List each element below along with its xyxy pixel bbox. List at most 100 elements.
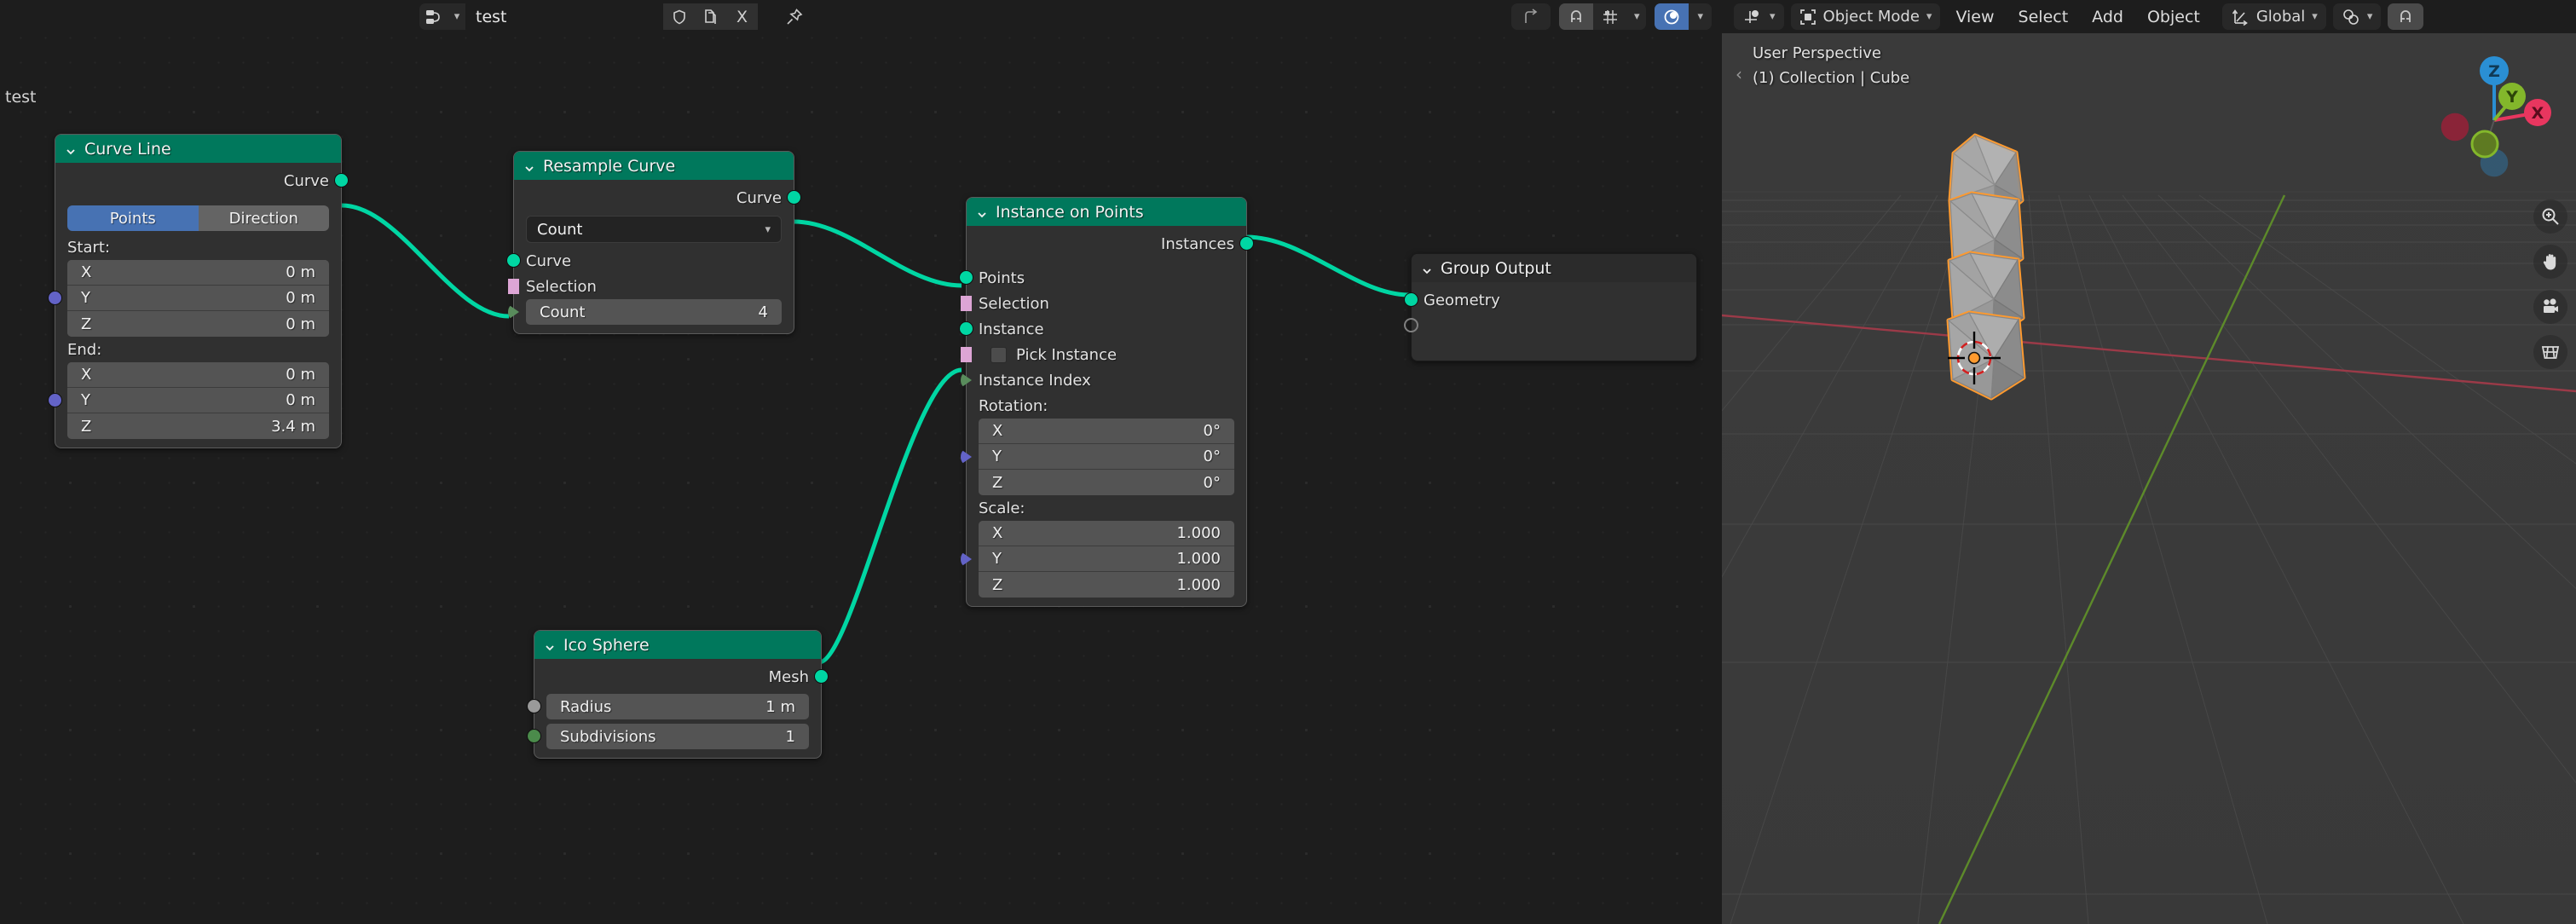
chevron-down-icon[interactable] xyxy=(523,160,535,172)
node-instance-on-points[interactable]: Instance on Points Instances Points Sele… xyxy=(959,197,1254,607)
node-group-output[interactable]: Group Output Geometry xyxy=(1404,253,1697,361)
end-vector-input-socket[interactable] xyxy=(48,393,62,407)
navigation-gizmo[interactable]: Z Y X xyxy=(2426,52,2562,188)
pivot-point-selector[interactable]: ▾ xyxy=(2332,3,2382,30)
field-rotation-z[interactable]: Z 0° xyxy=(979,470,1234,495)
chevron-down-icon[interactable]: ▾ xyxy=(2367,10,2373,23)
field-end-x[interactable]: X 0 m xyxy=(67,362,329,388)
input-socket-row-geometry[interactable]: Geometry xyxy=(1404,287,1696,313)
end-vector-fields[interactable]: X 0 m Y 0 m Z 3.4 m xyxy=(67,362,329,439)
toggle-direction[interactable]: Direction xyxy=(198,205,329,231)
geometry-output-socket[interactable] xyxy=(814,669,829,684)
output-socket-row[interactable]: Curve xyxy=(55,168,349,193)
start-vector-input-socket[interactable] xyxy=(48,291,62,305)
node-header[interactable]: Resample Curve xyxy=(514,152,794,180)
geometry-input-socket[interactable] xyxy=(1404,292,1418,307)
sidebar-collapse-icon[interactable]: ‹ xyxy=(1736,64,1742,84)
node-editor-canvas[interactable]: test Curve Line Curve Points Direction S… xyxy=(0,33,1722,924)
node-header[interactable]: Ico Sphere xyxy=(534,631,821,659)
camera-icon[interactable] xyxy=(2533,290,2567,324)
integer-input-socket[interactable] xyxy=(961,372,972,388)
resample-mode-dropdown[interactable]: Count ▾ xyxy=(526,216,782,243)
input-socket-row-curve[interactable]: Curve xyxy=(506,248,794,274)
object-mode-selector[interactable]: Object Mode ▾ xyxy=(1790,3,1941,30)
node-tree-browse-icon[interactable] xyxy=(419,3,448,30)
output-socket-row[interactable]: Curve xyxy=(514,185,801,211)
field-start-x[interactable]: X 0 m xyxy=(67,260,329,286)
geometry-input-socket[interactable] xyxy=(959,270,973,285)
snap-group[interactable]: ▾ xyxy=(1558,3,1647,30)
go-to-parent-button[interactable] xyxy=(1510,3,1551,30)
node-curve-line[interactable]: Curve Line Curve Points Direction Start: xyxy=(48,134,349,448)
start-vector-fields[interactable]: X 0 m Y 0 m Z 0 m xyxy=(67,260,329,337)
chevron-down-icon[interactable]: ▾ xyxy=(2312,10,2318,23)
proportional-editing-icon[interactable] xyxy=(1655,3,1689,30)
node-header[interactable]: Group Output xyxy=(1412,254,1696,282)
pan-hand-icon[interactable] xyxy=(2533,245,2567,279)
scale-vector-fields[interactable]: X 1.000 Y 1.000 Z 1.000 xyxy=(979,521,1234,598)
node-tree-name-field[interactable]: test xyxy=(465,3,663,30)
output-socket-row[interactable]: Mesh xyxy=(534,664,829,690)
rotation-vector-fields[interactable]: X 0° Y 0° Z 0° xyxy=(979,419,1234,495)
field-count[interactable]: Count 4 xyxy=(526,299,782,325)
geometry-output-socket[interactable] xyxy=(334,173,349,188)
virtual-input-socket[interactable] xyxy=(1404,318,1418,332)
toggle-points[interactable]: Points xyxy=(67,205,199,231)
chevron-down-icon[interactable]: ▾ xyxy=(1770,10,1776,23)
integer-input-socket[interactable] xyxy=(508,304,519,320)
transform-orientation-selector[interactable]: Global ▾ xyxy=(2221,3,2326,30)
viewport-canvas[interactable]: ‹ User Perspective (1) Collection | Cube… xyxy=(1722,33,2576,924)
node-ico-sphere[interactable]: Ico Sphere Mesh Radius 1 m Subdivisions … xyxy=(527,630,829,759)
field-scale-z[interactable]: Z 1.000 xyxy=(979,572,1234,598)
field-scale-x[interactable]: X 1.000 xyxy=(979,521,1234,546)
new-datablock-icon[interactable] xyxy=(695,3,726,30)
node-resample-curve[interactable]: Resample Curve Curve Count ▾ Curve Selec xyxy=(506,151,801,334)
output-socket-row[interactable]: Instances xyxy=(967,231,1254,257)
input-socket-row-selection[interactable]: Selection xyxy=(961,291,1246,316)
menu-view[interactable]: View xyxy=(1947,8,2002,26)
snap-dropdown-chevron-icon[interactable]: ▾ xyxy=(1627,3,1647,30)
proportional-falloff-chevron-icon[interactable]: ▾ xyxy=(1689,3,1712,30)
input-socket-row-instance[interactable]: Instance xyxy=(959,316,1246,342)
ortho-grid-icon[interactable] xyxy=(2533,335,2567,369)
field-start-z[interactable]: Z 0 m xyxy=(67,311,329,337)
chevron-down-icon[interactable]: ▾ xyxy=(765,223,771,236)
input-socket-row-pick-instance[interactable]: Pick Instance xyxy=(961,342,1246,367)
subdivisions-input-socket[interactable] xyxy=(527,729,541,743)
snap-magnet-icon[interactable] xyxy=(1558,3,1593,30)
field-rotation-x[interactable]: X 0° xyxy=(979,419,1234,444)
mode-toggle[interactable]: Points Direction xyxy=(67,205,329,231)
input-socket-row-points[interactable]: Points xyxy=(959,265,1246,291)
pick-instance-checkbox[interactable] xyxy=(991,346,1007,363)
chevron-down-icon[interactable] xyxy=(65,143,77,155)
node-header[interactable]: Curve Line xyxy=(55,135,341,163)
unlink-datablock-button[interactable]: X xyxy=(726,3,758,30)
chevron-down-icon[interactable] xyxy=(1421,263,1433,274)
radius-input-socket[interactable] xyxy=(527,699,541,713)
node-tree-selector[interactable]: ▾ test X xyxy=(419,3,758,30)
field-subdivisions[interactable]: Subdivisions 1 xyxy=(546,724,809,749)
menu-object[interactable]: Object xyxy=(2139,8,2209,26)
input-socket-row-instance-index[interactable]: Instance Index xyxy=(961,367,1246,393)
geometry-output-socket[interactable] xyxy=(787,190,801,205)
boolean-input-socket[interactable] xyxy=(961,296,972,311)
field-start-y[interactable]: Y 0 m xyxy=(67,286,329,311)
node-tree-dropdown-chevron-icon[interactable]: ▾ xyxy=(448,3,465,30)
boolean-input-socket[interactable] xyxy=(508,279,519,294)
input-socket-row-selection[interactable]: Selection xyxy=(508,274,794,299)
chevron-down-icon[interactable]: ▾ xyxy=(1926,10,1932,23)
editor-type-selector[interactable]: ▾ xyxy=(1734,3,1784,30)
field-radius[interactable]: Radius 1 m xyxy=(546,694,809,719)
geometry-output-socket[interactable] xyxy=(1239,236,1254,251)
menu-add[interactable]: Add xyxy=(2083,8,2132,26)
fake-user-icon[interactable] xyxy=(663,3,695,30)
menu-select[interactable]: Select xyxy=(2010,8,2077,26)
field-scale-y[interactable]: Y 1.000 xyxy=(979,546,1234,572)
geometry-input-socket[interactable] xyxy=(506,253,521,268)
field-rotation-y[interactable]: Y 0° xyxy=(979,444,1234,470)
pin-icon[interactable] xyxy=(780,3,809,30)
field-end-y[interactable]: Y 0 m xyxy=(67,388,329,413)
snap-increment-icon[interactable] xyxy=(1593,3,1627,30)
scale-vector-input-socket[interactable] xyxy=(961,552,972,567)
field-end-z[interactable]: Z 3.4 m xyxy=(67,413,329,439)
